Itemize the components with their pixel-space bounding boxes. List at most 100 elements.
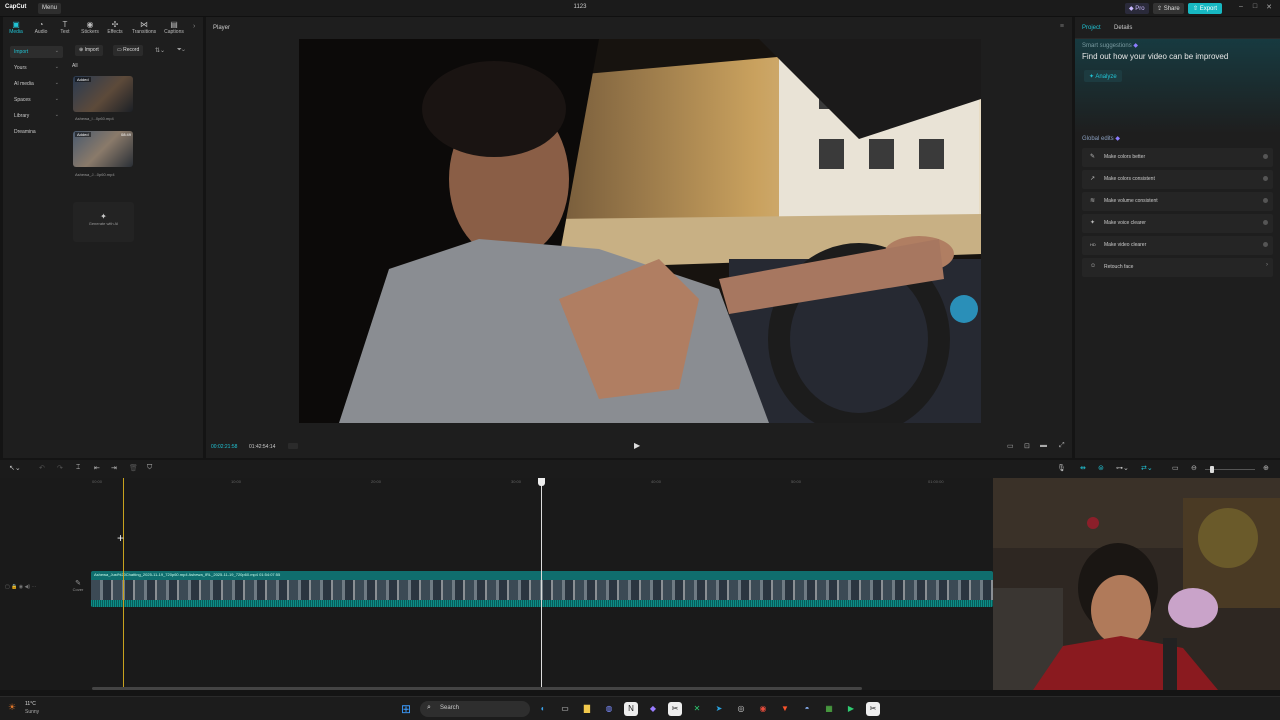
sidebar-item-dreamina[interactable]: Dreamina [10,126,63,138]
undo-icon[interactable]: ↶ [39,464,45,472]
weather-temperature[interactable]: 11°C [25,701,36,707]
task-view-icon[interactable]: ▭ [558,702,572,716]
brave-icon[interactable]: ▼ [778,702,792,716]
capcut-active-icon[interactable]: ✂ [866,702,880,716]
sort-icon[interactable]: ⇅⌄ [155,47,165,54]
weather-description[interactable]: Sunny [25,709,39,715]
global-edit-retouch-face[interactable]: ☺ Retouch face › [1082,258,1273,277]
fullscreen-icon[interactable]: ⤢ [1059,442,1065,450]
global-edit-make-video-clearer[interactable]: HD Make video clearer [1082,236,1273,255]
filter-icon[interactable]: ⏷⌄ [177,47,185,54]
edge-icon[interactable]: ◐ [536,702,550,716]
link-icon[interactable]: ⇹ [1080,464,1086,472]
weather-sun-icon[interactable]: ☀ [8,702,16,713]
tab-captions[interactable]: ▤ Captions [160,20,188,35]
sidebar-item-ai-media[interactable]: AI media ⌄ [10,78,63,90]
tab-media[interactable]: ▣ Media [4,20,28,35]
tab-transitions[interactable]: ⋈ Transitions [129,20,159,35]
global-edit-make-colors-better[interactable]: ✎ Make colors better [1082,148,1273,167]
tab-text[interactable]: T Text [53,20,77,35]
generate-label: Generate with AI [88,221,119,226]
fit-icon[interactable]: ▭ [1007,442,1014,450]
video-clip[interactable]: Ashewa_Just%20Chatting_2025-11-19_720p60… [91,571,993,607]
caption-icon[interactable]: ▭ [1172,464,1179,472]
play-button[interactable]: ▶ [634,441,640,450]
maximize-button[interactable]: □ [1248,3,1262,14]
playhead-handle[interactable] [538,478,545,486]
xbox-icon[interactable]: ✕ [690,702,704,716]
menu-button[interactable]: Menu [38,3,62,14]
magnet-icon[interactable]: ⊜ [1098,464,1104,472]
analyze-button[interactable]: ✦ Analyze [1084,70,1122,82]
close-button[interactable]: ✕ [1262,3,1276,14]
hamburger-icon[interactable]: ≡ [1060,23,1064,30]
split-icon[interactable]: ⌶ [76,464,80,472]
ratio-icon[interactable]: ▬ [1040,442,1047,449]
video-preview[interactable] [299,39,981,423]
obsidian-icon[interactable]: ◆ [646,702,660,716]
global-edit-make-volume-consistent[interactable]: ≋ Make volume consistent [1082,192,1273,211]
record-button[interactable]: ▭ Record [113,45,144,56]
import-button[interactable]: ⊕ Import [75,45,103,56]
microphone-icon[interactable]: 🎙 [1057,464,1066,472]
generate-with-ai-button[interactable]: ✦ Generate with AI [73,202,134,242]
sidebar-item-spaces[interactable]: Spaces ⌄ [10,94,63,106]
spotify-icon[interactable]: ▶ [844,702,858,716]
notion-icon[interactable]: N [624,702,638,716]
export-button[interactable]: ⇧ Export [1188,3,1223,14]
global-edit-make-voice-clearer[interactable]: ✦ Make voice clearer [1082,214,1273,233]
pro-button[interactable]: ◆ Pro [1125,3,1149,14]
eye-icon[interactable]: ◉ [19,584,23,590]
delete-icon[interactable]: 🗑 [129,464,138,472]
track-checkbox-icon[interactable]: ▢ [5,584,10,590]
media-thumbnail[interactable]: Added [73,76,133,112]
split-right-icon[interactable]: ⇥ [111,464,117,472]
preview-axis-icon[interactable]: ⇄⌄ [1141,464,1153,472]
sidebar-item-library[interactable]: Library ⌄ [10,110,63,122]
file-explorer-icon[interactable]: ▇ [580,702,594,716]
tab-details[interactable]: Details [1114,25,1132,31]
tab-project[interactable]: Project [1082,25,1101,31]
media-thumbnail[interactable]: Added 08:49 [73,131,133,167]
toggle-dot[interactable] [1263,154,1268,159]
lock-icon[interactable]: 🔒 [11,584,17,590]
taskbar-search[interactable]: ⌕ Search [420,701,530,717]
zoom-out-icon[interactable]: ⊖ [1191,464,1197,472]
tab-effects[interactable]: ✣ Effects [103,20,127,35]
minimize-button[interactable]: – [1234,3,1248,14]
redo-icon[interactable]: ↷ [57,464,63,472]
shield-icon[interactable]: ⛉ [147,464,152,472]
more-icon[interactable]: ⋯ [31,584,36,590]
audio-icon[interactable]: ◀) [25,584,31,590]
windows-start-icon[interactable]: ⊞ [401,702,411,716]
toggle-dot[interactable] [1263,198,1268,203]
discord-icon[interactable]: ◍ [602,702,616,716]
select-tool-icon[interactable]: ↖⌄ [9,464,21,472]
zoom-slider-handle[interactable] [1210,466,1214,473]
share-button[interactable]: ⇪ Share [1153,3,1184,14]
tab-stickers[interactable]: ◉ Stickers [78,20,102,35]
github-icon[interactable]: ◎ [734,702,748,716]
sidebar-item-import[interactable]: Import ⌄ [10,46,63,58]
zoom-icon[interactable]: ⊡ [1024,442,1030,450]
global-edit-make-colors-consistent[interactable]: ↗ Make colors consistent [1082,170,1273,189]
playhead[interactable] [541,478,542,688]
steam-icon[interactable]: ◓ [800,702,814,716]
telegram-icon[interactable]: ➤ [712,702,726,716]
sidebar-item-yours[interactable]: Yours ⌄ [10,62,63,74]
toggle-dot[interactable] [1263,242,1268,247]
timeline[interactable]: 00:00 10:00 20:00 30:00 40:00 50:00 01:0… [0,478,993,690]
split-left-icon[interactable]: ⇤ [94,464,100,472]
chain-icon[interactable]: ⊶⌄ [1116,464,1129,472]
toggle-dot[interactable] [1263,220,1268,225]
timecode-toggle[interactable] [288,443,298,449]
tab-audio[interactable]: ◔ Audio [29,20,53,35]
chrome-icon[interactable]: ◉ [756,702,770,716]
zoom-in-icon[interactable]: ⊕ [1263,464,1269,472]
minecraft-icon[interactable]: ▦ [822,702,836,716]
chevron-right-icon[interactable]: › [193,23,195,30]
toggle-dot[interactable] [1263,176,1268,181]
cover-button[interactable]: ✎ Cover [69,579,87,601]
capcut-app-icon[interactable]: ✂ [668,702,682,716]
horizontal-scrollbar[interactable] [92,687,862,690]
